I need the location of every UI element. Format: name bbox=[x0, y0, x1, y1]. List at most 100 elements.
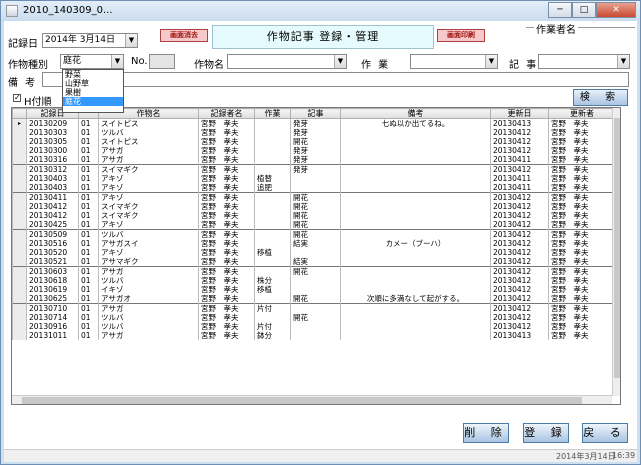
table-cell[interactable]: 20130412 bbox=[490, 146, 549, 155]
table-cell[interactable]: 株分 bbox=[254, 276, 291, 285]
close-icon[interactable]: ✕ bbox=[596, 2, 636, 18]
table-cell[interactable]: 20130710 bbox=[26, 303, 79, 313]
table-cell[interactable]: 20130412 bbox=[490, 276, 549, 285]
table-row[interactable]: 20130521 01 アサマギク 宮野 孝夫 結実 20130412 宮野 孝夫 bbox=[12, 257, 616, 267]
table-row[interactable]: 20130710 01 アサガ 宮野 孝夫 片付 20130412 宮野 孝夫 bbox=[12, 303, 616, 313]
table-cell[interactable] bbox=[290, 248, 341, 257]
table-cell[interactable] bbox=[254, 155, 291, 165]
table-cell[interactable]: 宮野 孝夫 bbox=[198, 183, 255, 193]
table-cell[interactable]: 宮野 孝夫 bbox=[198, 192, 255, 202]
table-cell[interactable] bbox=[340, 211, 491, 220]
article-select[interactable]: ▼ bbox=[538, 54, 630, 69]
table-cell[interactable]: 20130412 bbox=[490, 266, 549, 276]
table-cell[interactable] bbox=[340, 266, 491, 276]
table-cell[interactable]: アサガ bbox=[98, 146, 199, 155]
h-sort-checkbox[interactable]: ✓ bbox=[13, 94, 21, 102]
table-cell[interactable]: 01 bbox=[78, 285, 99, 294]
row-selector[interactable] bbox=[12, 331, 27, 340]
table-cell[interactable] bbox=[254, 202, 291, 211]
row-selector[interactable] bbox=[12, 192, 27, 202]
table-cell[interactable]: 宮野 孝夫 bbox=[548, 164, 616, 174]
table-cell[interactable]: スイマギク bbox=[98, 164, 199, 174]
table-row[interactable]: 20130625 01 アサガオ 宮野 孝夫 開花 次順に多満なして起がする。 201304… bbox=[12, 294, 616, 304]
memo-field[interactable] bbox=[42, 72, 629, 87]
table-cell[interactable]: 宮野 孝夫 bbox=[198, 118, 255, 128]
table-cell[interactable]: 宮野 孝夫 bbox=[548, 285, 616, 294]
table-cell[interactable] bbox=[340, 174, 491, 183]
horizontal-scrollbar[interactable] bbox=[12, 395, 612, 404]
table-cell[interactable]: 20130412 bbox=[490, 220, 549, 230]
chevron-down-icon[interactable]: ▼ bbox=[485, 55, 497, 68]
table-cell[interactable]: 01 bbox=[78, 322, 99, 331]
clear-screen-button[interactable]: 画面消去 bbox=[160, 29, 208, 42]
table-row[interactable]: 20130412 01 スイマギク 宮野 孝夫 開花 20130412 宮野 孝夫 bbox=[12, 202, 616, 211]
row-selector[interactable] bbox=[12, 303, 27, 313]
table-cell[interactable]: ツルバ bbox=[98, 322, 199, 331]
table-cell[interactable]: 20130516 bbox=[26, 239, 79, 248]
row-selector[interactable] bbox=[12, 183, 27, 193]
table-cell[interactable]: 片付 bbox=[254, 322, 291, 331]
table-cell[interactable]: 鉢分 bbox=[254, 331, 291, 340]
table-cell[interactable]: 20130412 bbox=[490, 192, 549, 202]
table-cell[interactable]: 20130209 bbox=[26, 118, 79, 128]
table-cell[interactable]: 20130403 bbox=[26, 183, 79, 193]
table-cell[interactable]: 七ぬ以か出てるね。 bbox=[340, 118, 491, 128]
table-cell[interactable]: 20130509 bbox=[26, 229, 79, 239]
table-cell[interactable] bbox=[290, 331, 341, 340]
table-cell[interactable]: 01 bbox=[78, 220, 99, 230]
table-cell[interactable] bbox=[254, 211, 291, 220]
crop-name-select[interactable]: ▼ bbox=[227, 54, 347, 69]
dropdown-option-garden-flower[interactable]: 庭花 bbox=[63, 97, 123, 106]
table-cell[interactable] bbox=[340, 164, 491, 174]
table-cell[interactable]: 宮野 孝夫 bbox=[548, 294, 616, 304]
table-row[interactable]: ▸ 20130209 01 スイトピス 宮野 孝夫 発芽 七ぬ以か出てるね。 20130413… bbox=[12, 118, 616, 128]
table-cell[interactable]: 20130411 bbox=[490, 183, 549, 193]
table-cell[interactable]: スイマギク bbox=[98, 202, 199, 211]
table-cell[interactable]: 20130603 bbox=[26, 266, 79, 276]
table-cell[interactable]: 01 bbox=[78, 164, 99, 174]
column-header-updater[interactable]: 更新者 bbox=[548, 108, 616, 119]
table-cell[interactable] bbox=[254, 239, 291, 248]
table-cell[interactable]: 宮野 孝夫 bbox=[548, 118, 616, 128]
row-selector[interactable] bbox=[12, 128, 27, 137]
table-cell[interactable]: 01 bbox=[78, 137, 99, 146]
table-row[interactable]: 20130403 01 アキゾ 宮野 孝夫 追肥 20130411 宮野 孝夫 bbox=[12, 183, 616, 193]
table-cell[interactable]: 20130625 bbox=[26, 294, 79, 304]
row-selector[interactable] bbox=[12, 285, 27, 294]
table-row[interactable]: 20130412 01 スイマギク 宮野 孝夫 開花 20130412 宮野 孝夫 bbox=[12, 211, 616, 220]
table-cell[interactable]: 20130305 bbox=[26, 137, 79, 146]
table-cell[interactable]: 開花 bbox=[290, 313, 341, 322]
table-row[interactable]: 20131011 01 アサガ 宮野 孝夫 鉢分 20130413 宮野 孝夫 bbox=[12, 331, 616, 340]
table-cell[interactable]: 01 bbox=[78, 303, 99, 313]
table-cell[interactable]: スイトピス bbox=[98, 118, 199, 128]
table-cell[interactable]: 20130412 bbox=[490, 211, 549, 220]
table-cell[interactable]: 宮野 孝夫 bbox=[198, 174, 255, 183]
table-row[interactable]: 20130509 01 ツルバ 宮野 孝夫 開花 20130412 宮野 孝夫 bbox=[12, 229, 616, 239]
row-selector[interactable] bbox=[12, 229, 27, 239]
row-selector[interactable]: ▸ bbox=[12, 118, 27, 128]
table-cell[interactable]: 追肥 bbox=[254, 183, 291, 193]
row-selector[interactable] bbox=[12, 137, 27, 146]
table-cell[interactable] bbox=[254, 118, 291, 128]
row-selector[interactable] bbox=[12, 239, 27, 248]
table-cell[interactable]: 移植 bbox=[254, 285, 291, 294]
table-row[interactable]: 20130403 01 アキゾ 宮野 孝夫 植替 20130411 宮野 孝夫 bbox=[12, 174, 616, 183]
table-cell[interactable] bbox=[290, 174, 341, 183]
table-cell[interactable]: 20130412 bbox=[490, 322, 549, 331]
table-cell[interactable]: 20130520 bbox=[26, 248, 79, 257]
table-cell[interactable] bbox=[340, 229, 491, 239]
chevron-down-icon[interactable]: ▼ bbox=[334, 55, 346, 68]
row-selector[interactable] bbox=[12, 202, 27, 211]
table-cell[interactable] bbox=[340, 331, 491, 340]
table-cell[interactable]: イキゾ bbox=[98, 285, 199, 294]
table-cell[interactable]: 宮野 孝夫 bbox=[198, 137, 255, 146]
table-cell[interactable]: ツルバ bbox=[98, 276, 199, 285]
work-select[interactable]: ▼ bbox=[410, 54, 498, 69]
table-cell[interactable]: スイトピス bbox=[98, 137, 199, 146]
table-cell[interactable]: 開花 bbox=[290, 192, 341, 202]
table-cell[interactable]: 01 bbox=[78, 313, 99, 322]
table-cell[interactable] bbox=[254, 313, 291, 322]
row-selector[interactable] bbox=[12, 313, 27, 322]
table-cell[interactable]: 宮野 孝夫 bbox=[198, 331, 255, 340]
table-cell[interactable]: 01 bbox=[78, 118, 99, 128]
